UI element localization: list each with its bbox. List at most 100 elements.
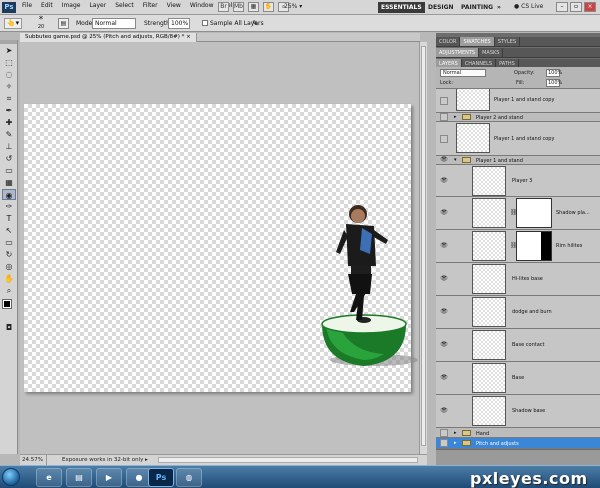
expand-triangle-icon[interactable]: ▸ <box>454 430 457 436</box>
close-icon[interactable]: × <box>584 2 596 12</box>
tab-masks[interactable]: MASKS <box>479 48 504 57</box>
quick-mask-icon[interactable]: ◘ <box>2 322 16 333</box>
visibility-eye-icon[interactable]: 👁 <box>440 407 448 415</box>
internet-explorer-icon[interactable]: e <box>36 468 62 487</box>
menu-file[interactable]: File <box>22 2 32 9</box>
visibility-eye-icon[interactable]: 👁 <box>440 177 448 185</box>
expand-triangle-icon[interactable]: ▸ <box>454 114 457 120</box>
visibility-toggle[interactable] <box>440 439 448 447</box>
app-taskbar-icon[interactable]: ◍ <box>176 468 202 487</box>
healing-brush-tool-icon[interactable]: ✚ <box>2 117 16 128</box>
visibility-toggle[interactable] <box>440 135 448 143</box>
bridge-icon[interactable]: Br <box>218 2 229 12</box>
minibridge-icon[interactable]: Mb <box>233 2 244 12</box>
3d-orbit-tool-icon[interactable]: ◎ <box>2 261 16 272</box>
collapse-triangle-icon[interactable]: ▾ <box>454 157 457 163</box>
tools-panel-grip[interactable] <box>0 40 17 44</box>
expand-triangle-icon[interactable]: ▸ <box>454 440 457 446</box>
document-tab[interactable]: Subbuteo game.psd @ 25% (Pitch and adjus… <box>20 33 197 42</box>
tab-swatches[interactable]: SWATCHES <box>460 37 495 46</box>
lasso-tool-icon[interactable]: ◌ <box>2 69 16 80</box>
tool-preset-picker[interactable]: 👆▾ <box>4 18 22 29</box>
gradient-tool-icon[interactable]: ▦ <box>2 177 16 188</box>
layer-row[interactable]: 👁 Base <box>436 362 600 395</box>
eyedropper-tool-icon[interactable]: ✒ <box>2 105 16 116</box>
file-explorer-icon[interactable]: ▤ <box>66 468 92 487</box>
visibility-eye-icon[interactable]: 👁 <box>440 374 448 382</box>
tab-styles[interactable]: STYLES <box>495 37 521 46</box>
visibility-toggle[interactable] <box>440 113 448 121</box>
brush-preset-picker[interactable]: * 20 <box>34 16 48 31</box>
visibility-eye-icon[interactable]: 👁 <box>440 209 448 217</box>
minimize-icon[interactable]: – <box>556 2 568 12</box>
mask-link-icon[interactable]: ⛓ <box>510 209 518 217</box>
workspace-more[interactable]: » <box>494 2 504 13</box>
hand-tool-icon[interactable]: ✋ <box>2 273 16 284</box>
layer-row[interactable]: 👁 ⛓ Rim hilites <box>436 230 600 263</box>
strength-input[interactable]: 100% <box>168 18 190 29</box>
visibility-toggle[interactable] <box>440 429 448 437</box>
menu-image[interactable]: Image <box>62 2 81 9</box>
layer-mask-thumbnail[interactable] <box>516 198 552 228</box>
vertical-scrollbar-thumb[interactable] <box>421 46 426 446</box>
history-brush-tool-icon[interactable]: ↺ <box>2 153 16 164</box>
fill-input[interactable]: 100% <box>546 79 562 87</box>
guides-icon[interactable]: ▦ <box>248 2 259 12</box>
menu-select[interactable]: Select <box>115 2 134 9</box>
layer-group-row[interactable]: ▸ Player 2 and stand <box>436 113 600 122</box>
path-selection-tool-icon[interactable]: ↖ <box>2 225 16 236</box>
pressure-icon[interactable]: ✎ <box>250 18 261 29</box>
pen-tool-icon[interactable]: ✑ <box>2 201 16 212</box>
photoshop-taskbar-icon[interactable]: Ps <box>148 468 174 487</box>
layer-row[interactable]: 👁 Shadow base <box>436 395 600 428</box>
menu-edit[interactable]: Edit <box>41 2 53 9</box>
layer-group-row[interactable]: 👁 ▾ Player 1 and stand <box>436 156 600 165</box>
layer-mask-thumbnail[interactable] <box>516 231 552 261</box>
workspace-painting[interactable]: PAINTING <box>458 2 496 13</box>
workspace-essentials[interactable]: ESSENTIALS <box>378 2 425 13</box>
layer-group-row-selected[interactable]: ▸ Pitch and adjusts <box>436 438 600 449</box>
visibility-toggle[interactable] <box>440 97 448 105</box>
marquee-tool-icon[interactable]: ⬚ <box>2 57 16 68</box>
crop-tool-icon[interactable]: ⌗ <box>2 93 16 104</box>
mode-select[interactable]: Normal <box>92 18 136 29</box>
visibility-eye-icon[interactable]: 👁 <box>440 341 448 349</box>
tab-color[interactable]: COLOR <box>436 37 461 46</box>
layer-row[interactable]: 👁 ⛓ Shadow pla... <box>436 197 600 230</box>
menu-window[interactable]: Window <box>190 2 214 9</box>
blend-mode-select[interactable]: Normal <box>440 69 486 77</box>
menu-view[interactable]: View <box>167 2 181 9</box>
vertical-scrollbar[interactable] <box>419 42 427 454</box>
media-player-icon[interactable]: ▶ <box>96 468 122 487</box>
brush-panel-toggle-icon[interactable]: ▤ <box>58 18 69 29</box>
cs-live-button[interactable]: ● CS Live <box>514 3 543 10</box>
image-canvas[interactable] <box>24 104 418 392</box>
sponge-tool-icon[interactable]: ◉ <box>2 189 16 200</box>
layer-row[interactable]: 👁 Base contact <box>436 329 600 362</box>
3d-rotate-tool-icon[interactable]: ↻ <box>2 249 16 260</box>
hand-tool-icon[interactable]: ✋ <box>263 2 274 12</box>
foreground-color[interactable] <box>2 299 12 309</box>
visibility-eye-icon[interactable]: 👁 <box>440 275 448 283</box>
menu-filter[interactable]: Filter <box>143 2 158 9</box>
status-zoom[interactable]: 24.57% <box>22 455 47 465</box>
quick-select-tool-icon[interactable]: ✧ <box>2 81 16 92</box>
menu-layer[interactable]: Layer <box>89 2 106 9</box>
horizontal-scrollbar[interactable] <box>158 457 418 463</box>
move-tool-icon[interactable]: ➤ <box>2 45 16 56</box>
sample-all-layers-checkbox[interactable] <box>202 20 208 26</box>
visibility-eye-icon[interactable]: 👁 <box>440 242 448 250</box>
opacity-input[interactable]: 100% <box>546 69 562 77</box>
layer-group-row[interactable]: ▸ Hand <box>436 428 600 438</box>
clone-stamp-tool-icon[interactable]: ⊥ <box>2 141 16 152</box>
start-button-icon[interactable] <box>2 468 20 486</box>
tab-adjustments[interactable]: ADJUSTMENTS <box>436 48 480 57</box>
status-menu-arrow-icon[interactable]: ▸ <box>145 455 148 465</box>
zoom-tool-icon[interactable]: ⌕ <box>2 285 16 296</box>
layer-row[interactable]: Player 1 and stand copy <box>436 89 600 113</box>
layer-row[interactable]: 👁 Player 3 <box>436 165 600 197</box>
visibility-eye-icon[interactable]: 👁 <box>440 308 448 316</box>
eraser-tool-icon[interactable]: ▭ <box>2 165 16 176</box>
type-tool-icon[interactable]: T <box>2 213 16 224</box>
brush-tool-icon[interactable]: ✎ <box>2 129 16 140</box>
